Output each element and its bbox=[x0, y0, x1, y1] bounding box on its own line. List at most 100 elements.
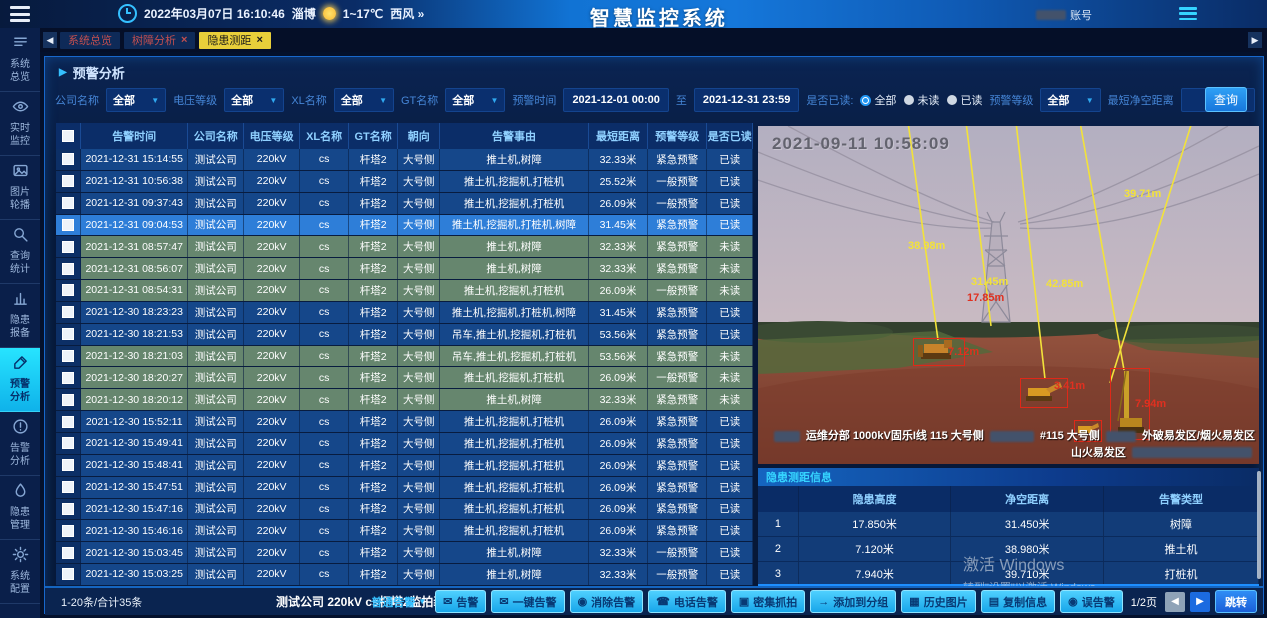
table-row[interactable]: 2021-12-31 08:56:07测试公司220kVcs杆塔2大号侧推土机,… bbox=[56, 258, 753, 280]
jump-button[interactable]: 跳转 bbox=[1215, 590, 1257, 613]
row-checkbox-cell[interactable] bbox=[56, 236, 81, 257]
measure-table-row[interactable]: 117.850米31.450米树障 bbox=[758, 512, 1259, 537]
row-checkbox-cell[interactable] bbox=[56, 324, 81, 345]
sidebar-item-2[interactable]: 实时监控 bbox=[0, 92, 40, 156]
prev-page-button[interactable]: ◀ bbox=[1165, 592, 1185, 612]
tab-scroll-right-icon[interactable]: ▶ bbox=[1248, 32, 1262, 48]
table-row[interactable]: 2021-12-31 09:04:53测试公司220kVcs杆塔2大号侧推土机,… bbox=[56, 215, 753, 237]
row-checkbox[interactable] bbox=[62, 197, 74, 209]
sidebar-item-8[interactable]: 隐患管理 bbox=[0, 476, 40, 540]
account-info[interactable]: 账号 bbox=[1036, 7, 1092, 23]
action-button-1[interactable]: ✉告警 bbox=[435, 590, 486, 613]
read-radio-未读[interactable]: 未读 bbox=[904, 92, 939, 108]
row-checkbox-cell[interactable] bbox=[56, 520, 81, 541]
alarm-type-select[interactable]: 普通告警 ▼ bbox=[371, 594, 426, 610]
tab-item-1[interactable]: 系统总览 bbox=[60, 32, 120, 49]
table-row[interactable]: 2021-12-31 15:14:55测试公司220kVcs杆塔2大号侧推土机,… bbox=[56, 149, 753, 171]
row-checkbox-cell[interactable] bbox=[56, 433, 81, 454]
row-checkbox-cell[interactable] bbox=[56, 302, 81, 323]
camera-image-panel[interactable]: 2021-09-11 10:58:09 39.71m38.98m31.45m17… bbox=[758, 126, 1259, 464]
row-checkbox-cell[interactable] bbox=[56, 280, 81, 301]
action-button-4[interactable]: ☎电话告警 bbox=[648, 590, 726, 613]
hamburger-menu-icon[interactable] bbox=[10, 6, 30, 22]
action-button-5[interactable]: ▣密集抓拍 bbox=[731, 590, 805, 613]
tab-item-2[interactable]: 树障分析× bbox=[124, 32, 195, 49]
sidebar-item-1[interactable]: 系统总览 bbox=[0, 28, 40, 92]
row-checkbox[interactable] bbox=[62, 372, 74, 384]
measure-table-row[interactable]: 27.120米38.980米推土机 bbox=[758, 537, 1259, 562]
table-row[interactable]: 2021-12-30 15:47:16测试公司220kVcs杆塔2大号侧推土机,… bbox=[56, 499, 753, 521]
warning-level-select[interactable]: 全部▼ bbox=[1040, 88, 1100, 112]
table-row[interactable]: 2021-12-30 18:21:03测试公司220kVcs杆塔2大号侧吊车,推… bbox=[56, 346, 753, 368]
row-checkbox[interactable] bbox=[62, 241, 74, 253]
menu-list-icon[interactable] bbox=[1179, 7, 1197, 20]
sidebar-item-6[interactable]: 预警分析 bbox=[0, 348, 40, 412]
action-button-3[interactable]: ◉消除告警 bbox=[570, 590, 644, 613]
row-checkbox[interactable] bbox=[62, 525, 74, 537]
row-checkbox-cell[interactable] bbox=[56, 477, 81, 498]
row-checkbox[interactable] bbox=[62, 481, 74, 493]
query-button[interactable]: 查询 bbox=[1205, 87, 1247, 112]
row-checkbox[interactable] bbox=[62, 437, 74, 449]
vertical-scrollbar[interactable] bbox=[1257, 471, 1261, 579]
row-checkbox-cell[interactable] bbox=[56, 215, 81, 236]
voltage-select[interactable]: 全部▼ bbox=[224, 88, 284, 112]
table-row[interactable]: 2021-12-30 15:52:11测试公司220kVcs杆塔2大号侧推土机,… bbox=[56, 411, 753, 433]
row-checkbox[interactable] bbox=[62, 503, 74, 515]
gt-select[interactable]: 全部▼ bbox=[445, 88, 505, 112]
table-row[interactable]: 2021-12-31 09:37:43测试公司220kVcs杆塔2大号侧推土机,… bbox=[56, 193, 753, 215]
header-checkbox-cell[interactable] bbox=[56, 123, 81, 149]
row-checkbox[interactable] bbox=[62, 459, 74, 471]
tab-item-3[interactable]: 隐患测距× bbox=[199, 32, 270, 49]
row-checkbox[interactable] bbox=[62, 284, 74, 296]
company-select[interactable]: 全部▼ bbox=[106, 88, 166, 112]
table-row[interactable]: 2021-12-30 15:46:16测试公司220kVcs杆塔2大号侧推土机,… bbox=[56, 520, 753, 542]
row-checkbox-cell[interactable] bbox=[56, 389, 81, 410]
table-row[interactable]: 2021-12-30 18:23:23测试公司220kVcs杆塔2大号侧推土机,… bbox=[56, 302, 753, 324]
tab-close-icon[interactable]: × bbox=[181, 34, 187, 46]
table-row[interactable]: 2021-12-31 08:54:31测试公司220kVcs杆塔2大号侧推土机,… bbox=[56, 280, 753, 302]
tab-close-icon[interactable]: × bbox=[256, 34, 262, 46]
table-row[interactable]: 2021-12-31 08:57:47测试公司220kVcs杆塔2大号侧推土机,… bbox=[56, 236, 753, 258]
next-page-button[interactable]: ▶ bbox=[1190, 592, 1210, 612]
table-row[interactable]: 2021-12-30 18:21:53测试公司220kVcs杆塔2大号侧吊车,推… bbox=[56, 324, 753, 346]
action-button-9[interactable]: ◉误告警 bbox=[1060, 590, 1123, 613]
row-checkbox[interactable] bbox=[62, 350, 74, 362]
row-checkbox[interactable] bbox=[62, 219, 74, 231]
row-checkbox[interactable] bbox=[62, 306, 74, 318]
row-checkbox-cell[interactable] bbox=[56, 411, 81, 432]
row-checkbox[interactable] bbox=[62, 547, 74, 559]
row-checkbox-cell[interactable] bbox=[56, 367, 81, 388]
row-checkbox[interactable] bbox=[62, 175, 74, 187]
table-row[interactable]: 2021-12-30 15:03:45测试公司220kVcs杆塔2大号侧推土机,… bbox=[56, 542, 753, 564]
row-checkbox-cell[interactable] bbox=[56, 258, 81, 279]
row-checkbox[interactable] bbox=[62, 416, 74, 428]
table-row[interactable]: 2021-12-30 15:49:41测试公司220kVcs杆塔2大号侧推土机,… bbox=[56, 433, 753, 455]
sidebar-item-4[interactable]: 查询统计 bbox=[0, 220, 40, 284]
action-button-2[interactable]: ✉一键告警 bbox=[491, 590, 564, 613]
action-button-7[interactable]: ▦历史图片 bbox=[901, 590, 975, 613]
row-checkbox-cell[interactable] bbox=[56, 455, 81, 476]
read-radio-全部[interactable]: 全部 bbox=[860, 92, 896, 108]
time-to-input[interactable]: 2021-12-31 23:59 bbox=[694, 88, 799, 112]
table-row[interactable]: 2021-12-30 15:03:25测试公司220kVcs杆塔2大号侧推土机,… bbox=[56, 564, 753, 586]
time-from-input[interactable]: 2021-12-01 00:00 bbox=[563, 88, 668, 112]
table-row[interactable]: 2021-12-30 18:20:27测试公司220kVcs杆塔2大号侧推土机,… bbox=[56, 367, 753, 389]
sidebar-item-5[interactable]: 隐患报备 bbox=[0, 284, 40, 348]
tab-scroll-left-icon[interactable]: ◀ bbox=[43, 32, 57, 48]
table-row[interactable]: 2021-12-30 15:47:51测试公司220kVcs杆塔2大号侧推土机,… bbox=[56, 477, 753, 499]
row-checkbox-cell[interactable] bbox=[56, 499, 81, 520]
sidebar-item-7[interactable]: 告警分析 bbox=[0, 412, 40, 476]
sidebar-item-9[interactable]: 系统配置 bbox=[0, 540, 40, 604]
sidebar-item-3[interactable]: 图片轮播 bbox=[0, 156, 40, 220]
table-row[interactable]: 2021-12-31 10:56:38测试公司220kVcs杆塔2大号侧推土机,… bbox=[56, 171, 753, 193]
table-row[interactable]: 2021-12-30 15:48:41测试公司220kVcs杆塔2大号侧推土机,… bbox=[56, 455, 753, 477]
row-checkbox-cell[interactable] bbox=[56, 564, 81, 585]
row-checkbox-cell[interactable] bbox=[56, 193, 81, 214]
xl-select[interactable]: 全部▼ bbox=[334, 88, 394, 112]
row-checkbox[interactable] bbox=[62, 328, 74, 340]
row-checkbox[interactable] bbox=[62, 153, 74, 165]
select-all-checkbox[interactable] bbox=[62, 130, 74, 142]
row-checkbox[interactable] bbox=[62, 568, 74, 580]
row-checkbox[interactable] bbox=[62, 394, 74, 406]
